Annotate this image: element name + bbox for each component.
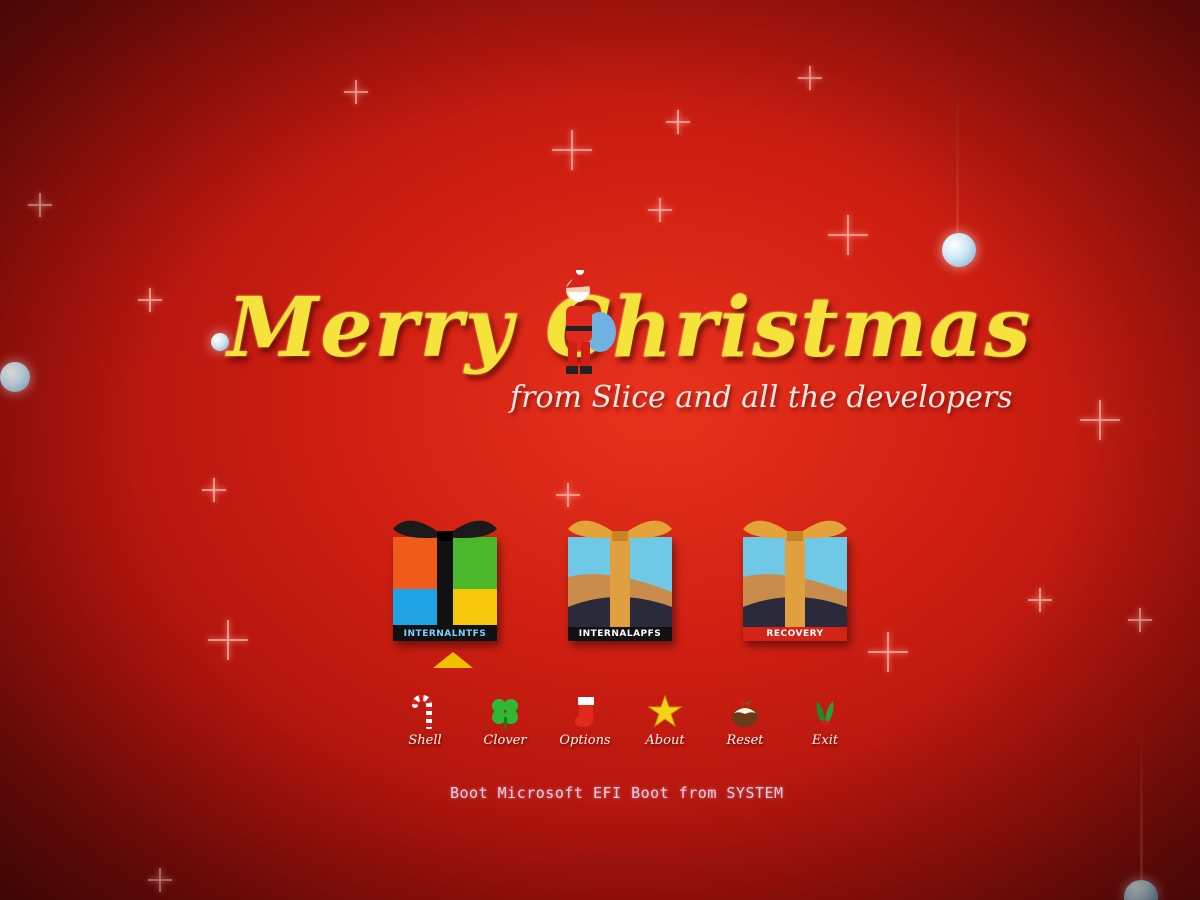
sparkle-decoration [28,193,52,217]
star-icon [647,694,683,728]
tool-exit[interactable]: Exit [795,695,855,755]
boot-entry-recovery[interactable]: RECOVERY [735,515,855,650]
pudding-icon [732,700,758,727]
boot-entry-label: RECOVERY [743,627,847,641]
tool-reset[interactable]: Reset [715,695,775,755]
bow-icon [743,520,847,541]
sparkle-decoration [1080,400,1120,440]
sparkle-decoration [828,215,868,255]
sparkle-decoration [666,110,690,134]
sparkle-decoration [344,80,368,104]
banner-subtitle: from Slice and all the developers [510,380,1013,415]
banner-title: Merry Christmas [227,280,1033,376]
ornament-string [956,50,959,240]
sparkle-decoration [1128,608,1152,632]
sparkle-decoration [208,620,248,660]
sparkle-decoration [148,868,172,892]
bow-icon [393,520,497,541]
ornament-string [1140,730,1143,880]
boot-entries: INTERNALNTFS INTERNALAPFS RECOVERY [385,515,885,675]
stocking-icon [575,697,594,727]
christmas-banner: Merry Christmas from Slice and all the d… [190,270,1080,440]
boot-status-text: Boot Microsoft EFI Boot from SYSTEM [450,784,784,802]
tool-about[interactable]: About [635,694,695,755]
sparkle-decoration [556,483,580,507]
candy-cane-icon [412,694,432,730]
selection-indicator [433,652,473,668]
recovery-gift-icon: RECOVERY [743,537,847,641]
sparkle-decoration [202,478,226,502]
tools-bar: Shell Clover Options About Reset Exit [395,694,865,755]
tool-label: Exit [811,733,839,748]
boot-entry-label: INTERNALNTFS [393,627,497,641]
sparkle-decoration [798,66,822,90]
ornament-ball [942,233,976,267]
boot-entry-internalntfs[interactable]: INTERNALNTFS [385,515,505,668]
ornament-ball [0,362,30,392]
tool-clover[interactable]: Clover [475,695,535,755]
tool-label: Reset [726,733,764,748]
vignette-overlay [0,0,1200,900]
clover-icon [492,699,518,729]
boot-entry-label: INTERNALAPFS [568,627,672,641]
tool-options[interactable]: Options [555,695,615,755]
windows-gift-icon: INTERNALNTFS [393,537,497,641]
sparkle-decoration [138,288,162,312]
ornament-ball [1124,880,1158,900]
tool-shell[interactable]: Shell [395,694,455,755]
tool-label: About [645,733,685,748]
sparkle-decoration [648,198,672,222]
sparkle-decoration [1028,588,1052,612]
tool-label: Shell [408,733,442,748]
macos-gift-icon: INTERNALAPFS [568,537,672,641]
boot-entry-internalapfs[interactable]: INTERNALAPFS [560,515,680,650]
holly-icon [816,701,834,726]
bow-icon [568,520,672,541]
sparkle-decoration [552,130,592,170]
santa-icon [566,270,616,374]
tool-label: Clover [483,733,527,748]
tool-label: Options [559,733,611,748]
